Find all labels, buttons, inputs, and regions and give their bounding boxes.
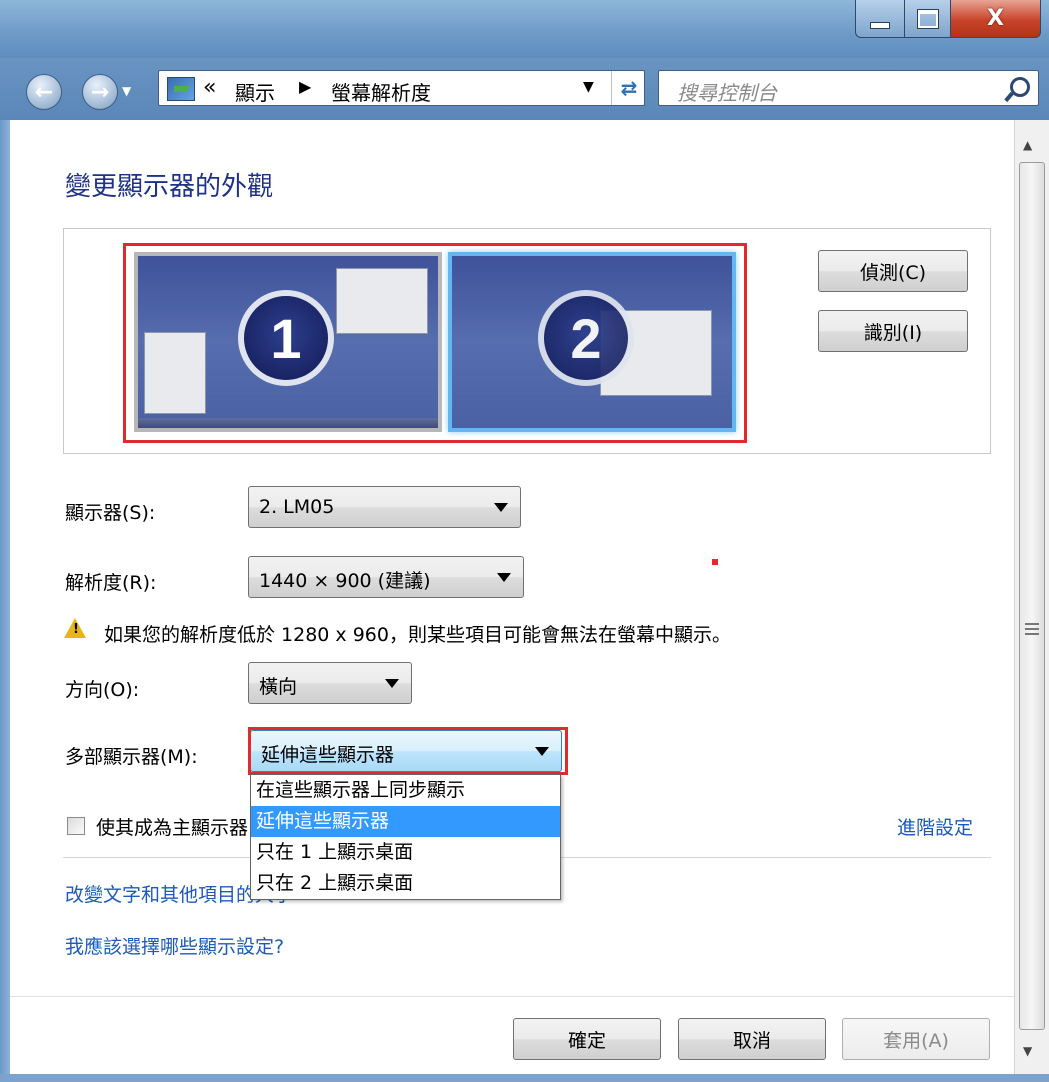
recent-pages-dropdown-icon[interactable]: ▼ xyxy=(122,84,131,98)
detect-button[interactable]: 偵測(C) xyxy=(818,250,968,292)
maximize-button[interactable] xyxy=(905,0,951,38)
multi-display-dropdown-list: 在這些顯示器上同步顯示 延伸這些顯示器 只在 1 上顯示桌面 只在 2 上顯示桌… xyxy=(250,774,561,900)
minimize-button[interactable] xyxy=(855,0,905,38)
which-settings-link[interactable]: 我應該選擇哪些顯示設定? xyxy=(65,932,284,959)
close-icon: X xyxy=(987,6,1004,31)
display-select[interactable]: 2. LM05 xyxy=(248,486,521,528)
breadcrumb-overflow[interactable]: « xyxy=(203,75,216,100)
identify-button[interactable]: 識別(I) xyxy=(818,310,968,352)
window-controls: X xyxy=(855,0,1041,40)
address-dropdown-icon[interactable]: ▼ xyxy=(583,79,594,95)
control-panel-icon xyxy=(167,77,195,101)
orientation-select[interactable]: 橫向 xyxy=(248,662,412,704)
page-title: 變更顯示器的外觀 xyxy=(65,172,274,202)
maximize-icon xyxy=(917,9,938,28)
resolution-select[interactable]: 1440 × 900 (建議) xyxy=(248,556,524,598)
resolution-label: 解析度(R): xyxy=(65,572,157,594)
close-button[interactable]: X xyxy=(951,0,1041,38)
breadcrumb-display[interactable]: 顯示 xyxy=(235,77,275,106)
warning-exclamation: ! xyxy=(73,622,79,637)
forward-arrow-icon: → xyxy=(90,79,110,105)
dropdown-option-extend[interactable]: 延伸這些顯示器 xyxy=(251,806,560,837)
back-button[interactable]: ← xyxy=(26,74,62,110)
dropdown-option-only-1[interactable]: 只在 1 上顯示桌面 xyxy=(251,837,560,868)
orientation-select-value: 橫向 xyxy=(259,676,298,698)
cancel-button[interactable]: 取消 xyxy=(678,1018,826,1060)
refresh-icon: ⇄ xyxy=(620,76,638,100)
advanced-settings-link[interactable]: 進階設定 xyxy=(897,813,973,840)
chevron-down-icon xyxy=(494,503,508,512)
display-select-value: 2. LM05 xyxy=(259,496,335,518)
vertical-scrollbar[interactable]: ▲ ▼ xyxy=(1014,120,1049,1074)
dropdown-option-only-2[interactable]: 只在 2 上顯示桌面 xyxy=(251,868,560,899)
dropdown-option-duplicate[interactable]: 在這些顯示器上同步顯示 xyxy=(251,775,560,806)
window-frame-left xyxy=(0,120,10,1082)
navigation-bar: ← → ▼ « 顯示 ▶ 螢幕解析度 ▼ ⇄ 搜尋控制台 xyxy=(0,58,1049,120)
ok-button[interactable]: 確定 xyxy=(513,1018,661,1060)
search-placeholder: 搜尋控制台 xyxy=(677,81,777,105)
breadcrumb-screen-resolution[interactable]: 螢幕解析度 xyxy=(331,77,431,106)
scroll-up-icon[interactable]: ▲ xyxy=(1023,138,1032,152)
multi-display-highlight-box xyxy=(248,727,568,775)
footer-divider xyxy=(10,996,1014,997)
apply-button[interactable]: 套用(A) xyxy=(842,1018,990,1060)
scrollbar-thumb[interactable] xyxy=(1019,162,1045,1030)
title-bar: X xyxy=(0,0,1049,58)
window-frame-bottom xyxy=(0,1074,1049,1082)
main-display-checkbox[interactable] xyxy=(67,817,85,835)
multi-display-label: 多部顯示器(M): xyxy=(65,746,198,768)
address-bar[interactable]: « 顯示 ▶ 螢幕解析度 ▼ ⇄ xyxy=(158,70,645,106)
warning-text: 如果您的解析度低於 1280 x 960，則某些項目可能會無法在螢幕中顯示。 xyxy=(104,624,731,646)
search-icon[interactable] xyxy=(1010,77,1030,97)
chevron-down-icon xyxy=(497,573,511,582)
monitors-highlight-box xyxy=(123,243,747,443)
minimize-icon xyxy=(870,22,890,29)
scrollbar-grip-icon xyxy=(1025,623,1039,635)
search-box[interactable]: 搜尋控制台 xyxy=(658,70,1039,106)
resolution-select-value: 1440 × 900 (建議) xyxy=(259,570,431,592)
main-display-checkbox-label[interactable]: 使其成為主顯示器 xyxy=(96,813,248,840)
breadcrumb-separator-icon[interactable]: ▶ xyxy=(299,77,311,96)
scroll-down-icon[interactable]: ▼ xyxy=(1023,1044,1032,1058)
content-pane: 變更顯示器的外觀 1 2 偵測(C) 識別(I) 顯示器(S): 2. LM05… xyxy=(10,120,1014,1074)
forward-button[interactable]: → xyxy=(82,74,118,110)
annotation-dot xyxy=(712,559,718,565)
display-label: 顯示器(S): xyxy=(65,502,156,524)
refresh-button[interactable]: ⇄ xyxy=(611,71,646,105)
orientation-label: 方向(O): xyxy=(65,679,140,701)
back-arrow-icon: ← xyxy=(34,79,54,105)
chevron-down-icon xyxy=(385,679,399,688)
